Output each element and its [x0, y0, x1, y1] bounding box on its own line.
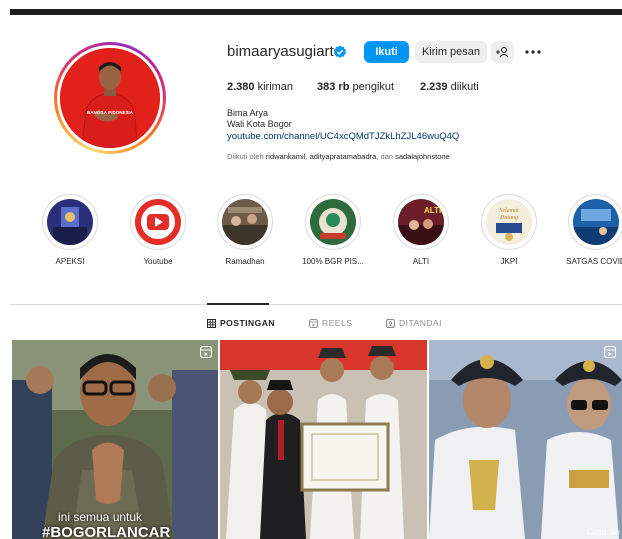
following-count[interactable]: 2.239 diikuti	[420, 81, 479, 93]
highlight-label: Youtube	[143, 257, 173, 266]
follow-button[interactable]: Ikuti	[364, 41, 409, 63]
tab-posts[interactable]: POSTINGAN	[207, 318, 275, 328]
window-top-bar	[10, 9, 622, 15]
highlight-thumbnail: ALTI	[398, 199, 444, 245]
highlight-label: Ramadhan	[225, 257, 265, 266]
verified-badge-icon	[333, 45, 347, 58]
posts-count: 2.380 kiriman	[227, 81, 294, 93]
highlight-thumbnail	[222, 199, 268, 245]
highlight-badge-text: Selamat	[499, 208, 519, 214]
post-caption-line1: ini semua untuk	[58, 510, 143, 524]
profile-avatar: BANGGA INDONESIA	[60, 48, 160, 148]
highlight-label: ALTI	[412, 257, 430, 266]
highlight-label: APEKSI	[55, 257, 85, 266]
followed-by-text[interactable]: Diikuti oleh ridwankamil, adityapratamab…	[227, 152, 450, 161]
post-image	[220, 340, 427, 539]
tab-tagged[interactable]: DITANDAI	[386, 318, 442, 328]
highlight-ramadhan[interactable]: Ramadhan	[217, 194, 273, 266]
post-image	[429, 340, 622, 539]
add-person-icon	[496, 46, 509, 58]
watermark-text: Goto Se	[586, 527, 620, 537]
highlight-jkpi[interactable]: Selamat Datang JKPI	[481, 194, 537, 266]
highlight-apeksi[interactable]: APEKSI	[42, 194, 98, 266]
followers-count[interactable]: 383 rb pengikut	[317, 81, 394, 93]
highlight-badge-text: Datang	[499, 215, 518, 221]
post-caption-line2: #BOGORLANCAR	[42, 524, 171, 539]
tagged-icon	[386, 318, 395, 328]
highlight-label: 100% BGR PIS...	[302, 257, 364, 266]
more-options-icon[interactable]	[524, 41, 542, 63]
grid-icon	[207, 318, 216, 328]
reels-icon	[604, 346, 616, 358]
highlight-thumbnail	[135, 199, 181, 245]
send-message-button[interactable]: Kirim pesan	[415, 41, 487, 63]
highlight-thumbnail: Selamat Datang	[486, 199, 532, 245]
tabs-divider	[10, 304, 622, 305]
highlight-satgas-covid[interactable]: SATGAS COVID	[566, 194, 622, 266]
reels-icon	[309, 318, 318, 328]
active-tab-indicator	[207, 303, 269, 305]
highlight-bgr[interactable]: 100% BGR PIS...	[302, 194, 364, 266]
post-thumbnail[interactable]: Goto Se	[429, 340, 622, 539]
highlight-badge-text: ALTI	[424, 206, 441, 215]
suggest-similar-button[interactable]	[491, 41, 514, 63]
profile-bio: Wali Kota Bogor	[227, 119, 292, 129]
post-thumbnail[interactable]: ini semua untuk #BOGORLANCAR	[12, 340, 218, 539]
highlight-thumbnail	[573, 199, 619, 245]
highlight-youtube[interactable]: Youtube	[130, 194, 186, 266]
avatar-shirt-text: BANGGA INDONESIA	[87, 110, 134, 115]
profile-link[interactable]: youtube.com/channel/UC4xcQMdTJZkLhZJL46w…	[227, 131, 459, 142]
profile-avatar-story-ring[interactable]: BANGGA INDONESIA	[54, 42, 166, 154]
highlight-thumbnail	[47, 199, 93, 245]
reels-icon	[200, 346, 212, 358]
tab-reels[interactable]: REELS	[309, 318, 352, 328]
highlight-alti[interactable]: ALTI ALTI	[393, 194, 449, 266]
post-thumbnail[interactable]	[220, 340, 427, 539]
highlight-thumbnail	[310, 199, 356, 245]
profile-username: bimaaryasugiarto	[227, 43, 343, 60]
profile-full-name: Bima Arya	[227, 108, 269, 118]
highlight-label: SATGAS COVID	[566, 257, 622, 266]
highlight-label: JKPI	[500, 257, 518, 266]
